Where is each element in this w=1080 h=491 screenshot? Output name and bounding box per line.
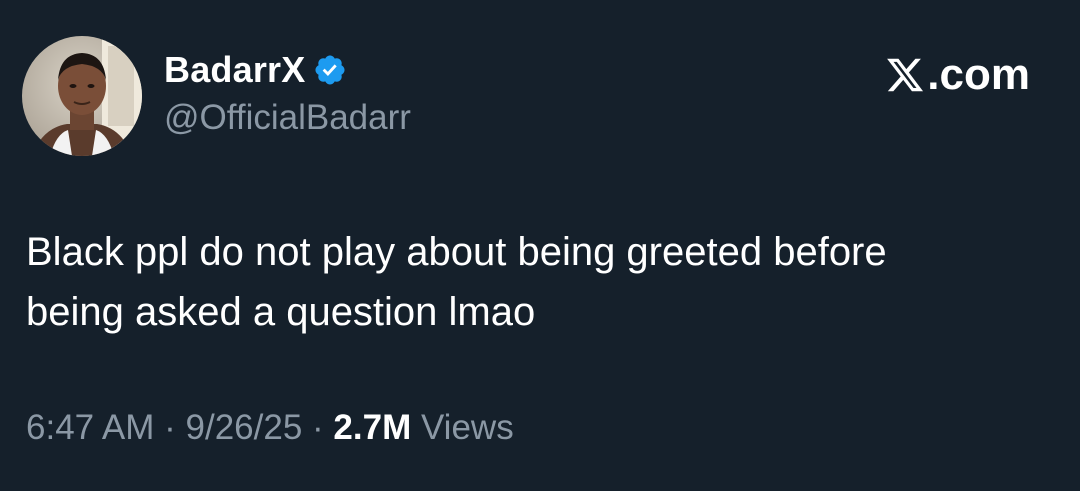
meta-separator: · [302, 408, 334, 447]
author-handle[interactable]: @OfficialBadarr [164, 98, 411, 138]
x-logo-icon [887, 58, 924, 92]
verified-badge-icon [315, 55, 345, 85]
avatar-photo [22, 36, 142, 156]
tweet-meta: 6:47 AM · 9/26/25 · 2.7M Views [26, 408, 514, 448]
tweet-body: Black ppl do not play about being greete… [26, 222, 1046, 342]
author-avatar[interactable] [22, 36, 142, 156]
tweet-card: BadarrX @OfficialBadarr .com Black ppl d… [0, 0, 1080, 491]
views-label: Views [411, 408, 514, 447]
tweet-text-line: being asked a question lmao [26, 290, 536, 334]
tweet-date[interactable]: 9/26/25 [186, 408, 303, 448]
tweet-text-line: Black ppl do not play about being greete… [26, 230, 887, 274]
brand-domain-label: .com [927, 50, 1030, 99]
author-display-name[interactable]: BadarrX [164, 49, 305, 91]
x-com-brand[interactable]: .com [885, 50, 1030, 100]
tweet-time[interactable]: 6:47 AM [26, 408, 154, 448]
author-name-row: BadarrX [164, 48, 347, 92]
meta-separator: · [154, 408, 186, 447]
views-count: 2.7M [333, 408, 412, 447]
